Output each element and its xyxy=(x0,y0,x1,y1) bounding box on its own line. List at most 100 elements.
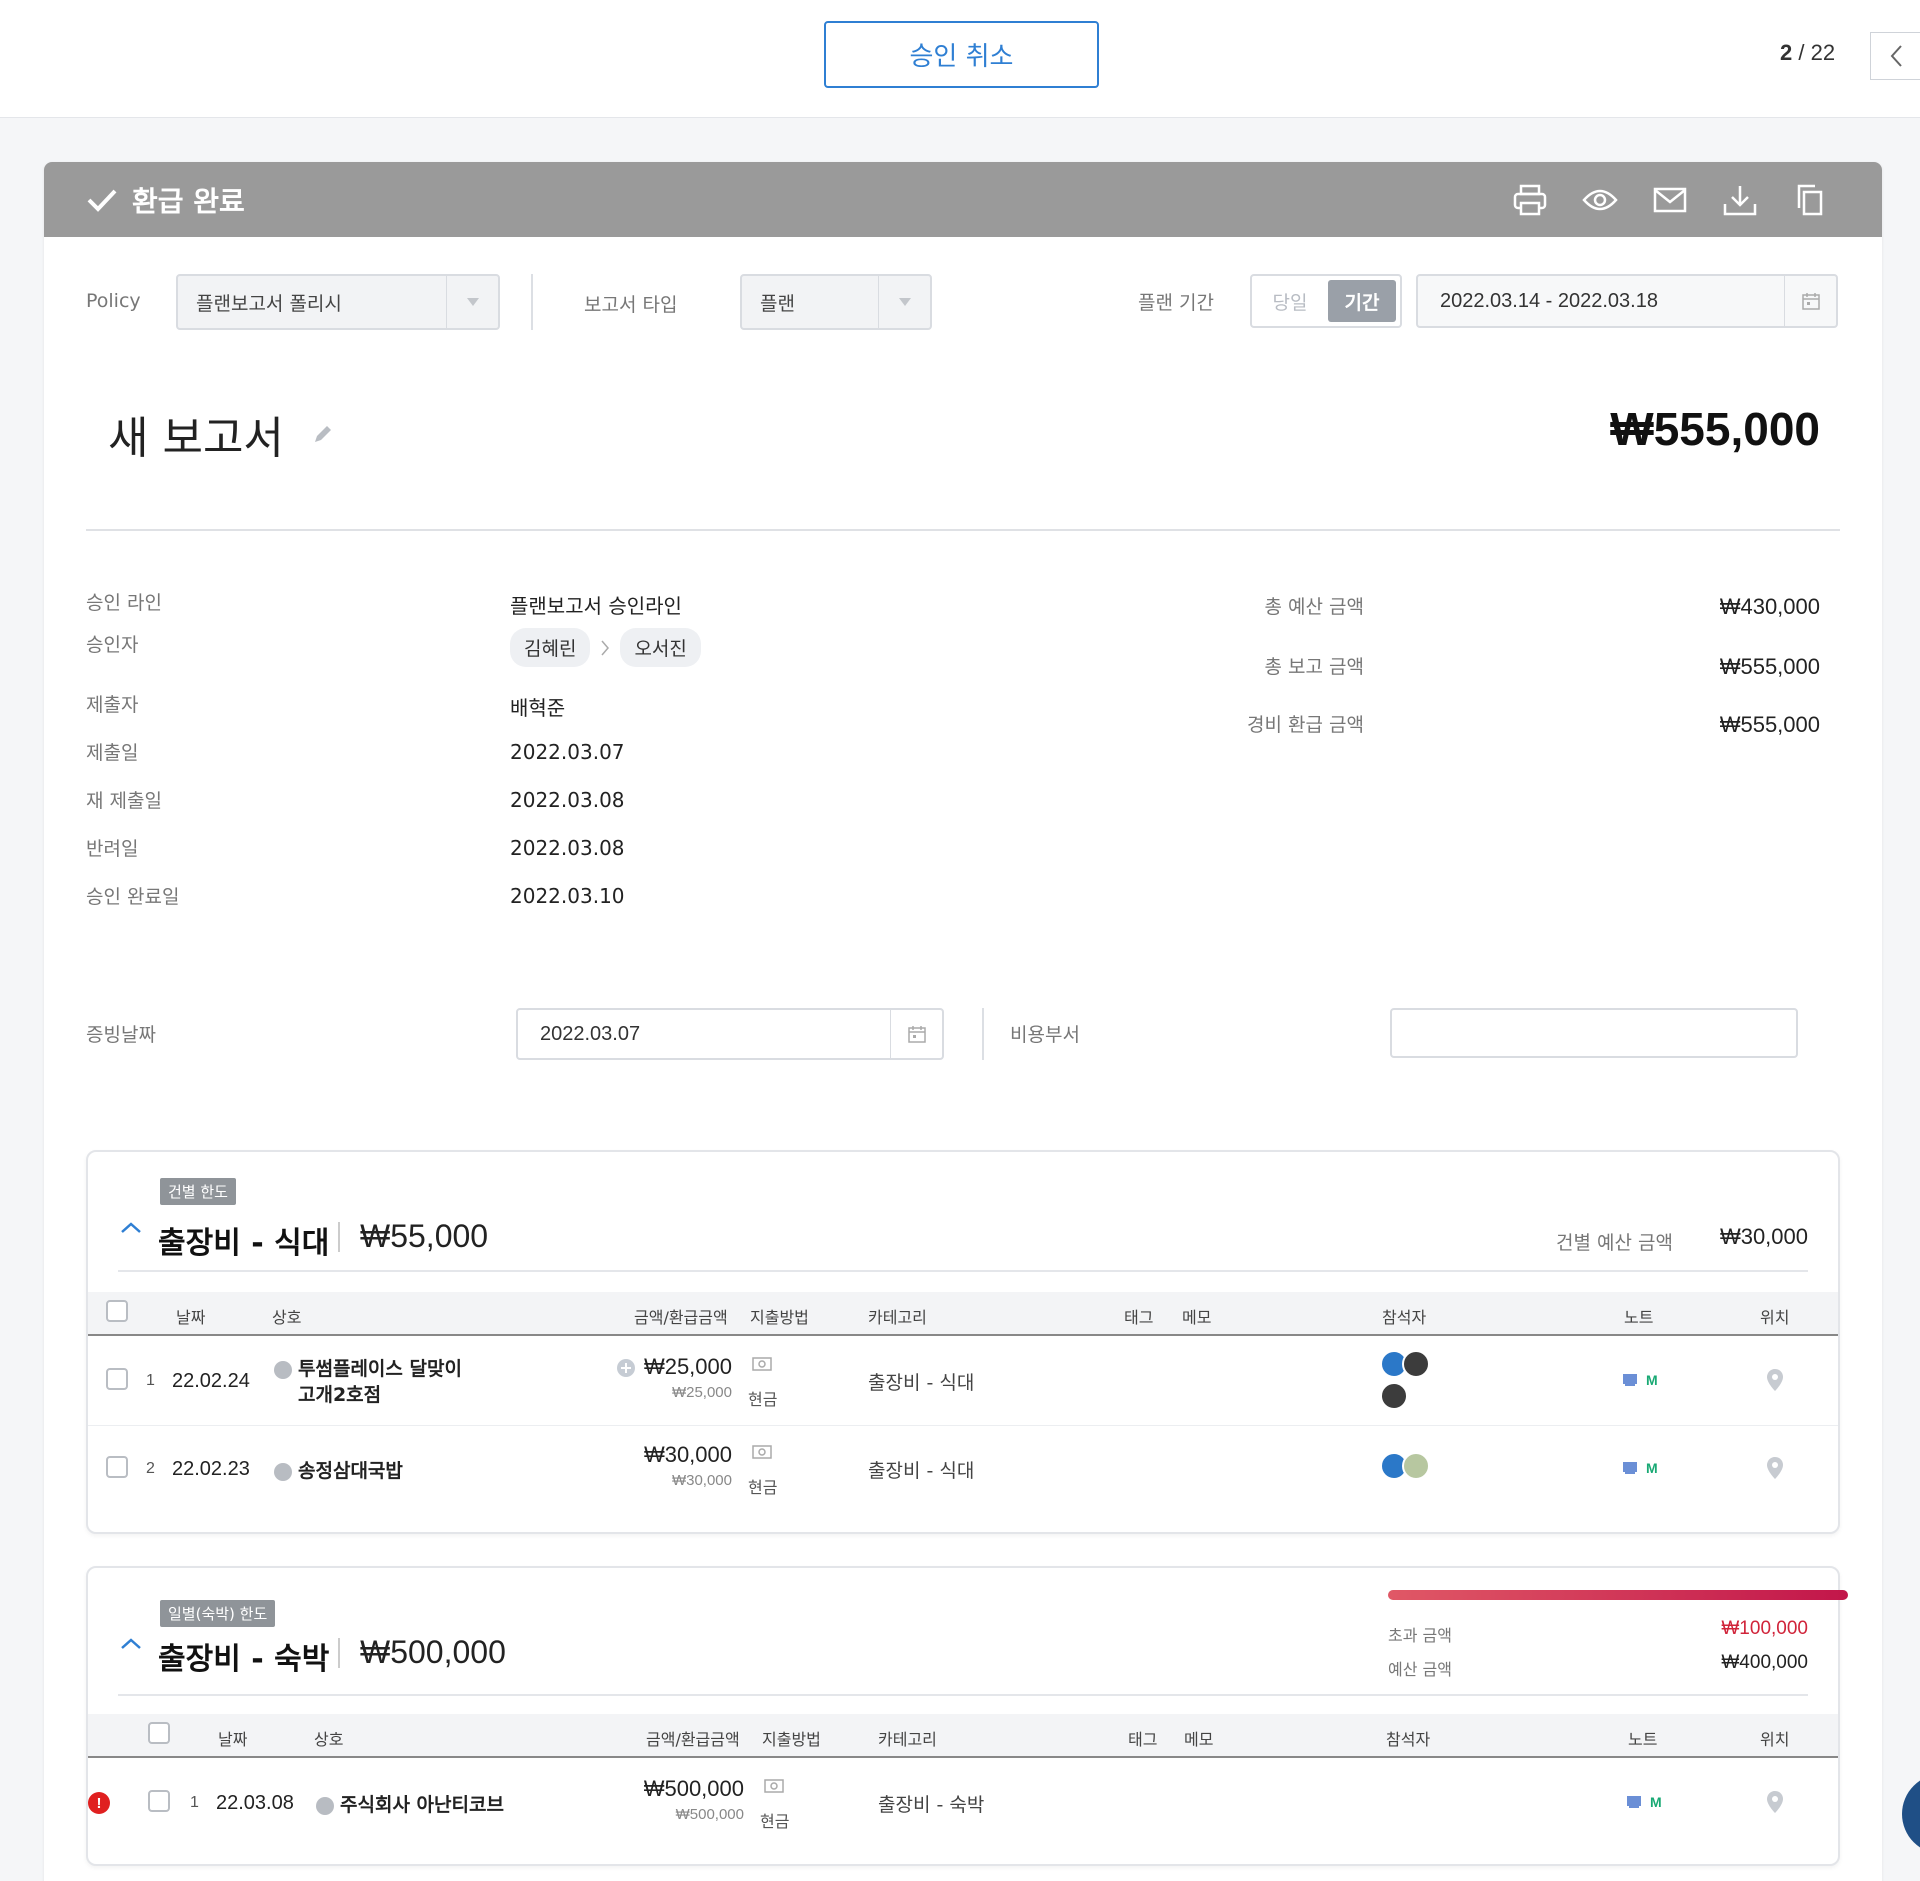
plan-date-range-field[interactable]: 2022.03.14 - 2022.03.18 xyxy=(1416,274,1838,328)
pencil-icon[interactable] xyxy=(312,423,334,445)
row-number: 1 xyxy=(190,1794,199,1811)
select-all-checkbox[interactable] xyxy=(106,1300,128,1322)
cost-dept-label: 비용부서 xyxy=(1010,1024,1080,1046)
limit-tag: 건별 한도 xyxy=(160,1178,236,1205)
col-category: 카테고리 xyxy=(868,1308,927,1327)
floating-help-button[interactable] xyxy=(1902,1774,1920,1854)
col-memo: 메모 xyxy=(1182,1308,1212,1327)
table-row[interactable]: 2 22.02.23 송정삼대국밥 ₩30,000 ₩30,000 현금 출장비… xyxy=(88,1426,1838,1514)
table-row[interactable]: 1 22.02.24 투썸플레이스 달맞이 고개2호점 ₩25,000 ₩25,… xyxy=(88,1338,1838,1426)
cash-icon xyxy=(764,1779,784,1793)
group-title: 출장비 - 숙박 xyxy=(158,1642,330,1677)
over-amount-value: ₩100,000 xyxy=(1721,1618,1808,1639)
evidence-date-field[interactable]: 2022.03.07 xyxy=(516,1008,944,1060)
divider xyxy=(118,1694,1808,1696)
row-number: 2 xyxy=(146,1460,155,1477)
group-title: 출장비 - 식대 xyxy=(158,1226,330,1261)
table-row[interactable]: ! 1 22.03.08 주식회사 아난티코브 ₩500,000 ₩500,00… xyxy=(88,1760,1838,1848)
col-merchant: 상호 xyxy=(272,1308,302,1327)
row-merchant: 투썸플레이스 달맞이 고개2호점 xyxy=(274,1356,462,1408)
attendee-avatar[interactable] xyxy=(1402,1350,1430,1378)
select-all-checkbox[interactable] xyxy=(148,1722,170,1744)
row-checkbox[interactable] xyxy=(106,1368,128,1390)
col-merchant: 상호 xyxy=(314,1730,344,1749)
row-amount: ₩500,000 xyxy=(643,1776,744,1801)
report-total: ₩555,000 xyxy=(1610,403,1820,455)
plan-period-toggle: 당일 기간 xyxy=(1250,274,1402,328)
note-badge[interactable]: M xyxy=(1622,1372,1658,1388)
chevron-down-icon xyxy=(446,276,498,328)
policy-label: Policy xyxy=(86,290,141,312)
row-amount: ₩30,000 xyxy=(643,1442,732,1467)
download-icon[interactable] xyxy=(1722,182,1758,218)
report-title-text: 새 보고서 xyxy=(108,413,284,464)
row-refund: ₩500,000 xyxy=(675,1806,744,1823)
evidence-date-value: 2022.03.07 xyxy=(540,1022,641,1045)
row-checkbox[interactable] xyxy=(106,1456,128,1478)
approver-chips: 김혜린 오서진 xyxy=(510,628,701,667)
col-date: 날짜 xyxy=(218,1730,248,1749)
budget-progress-bar xyxy=(1388,1590,1848,1600)
evidence-date-label: 증빙날짜 xyxy=(86,1024,156,1046)
attendee-avatar[interactable] xyxy=(1402,1452,1430,1480)
pager-total: / 22 xyxy=(1798,40,1836,65)
note-badge[interactable]: M xyxy=(1622,1460,1658,1476)
divider xyxy=(982,1008,984,1060)
location-pin-icon[interactable] xyxy=(1766,1368,1784,1392)
mail-icon[interactable] xyxy=(1652,182,1688,218)
col-note: 노트 xyxy=(1628,1730,1658,1749)
table-header: 날짜 상호 금액/환급금액 지출방법 카테고리 태그 메모 참석자 노트 위치 xyxy=(88,1714,1838,1758)
report-type-value: 플랜 xyxy=(760,292,795,315)
pager-prev-button[interactable] xyxy=(1870,32,1920,80)
report-total-label: 총 보고 금액 xyxy=(1264,656,1364,678)
row-merchant: 주식회사 아난티코브 xyxy=(316,1790,504,1817)
note-icon xyxy=(1623,1462,1637,1474)
resubmit-date-label: 재 제출일 xyxy=(86,790,162,812)
seg-day-option[interactable]: 당일 xyxy=(1256,280,1324,322)
budget-amount-label: 예산 금액 xyxy=(1388,1660,1452,1679)
col-location: 위치 xyxy=(1760,1308,1790,1327)
approval-line-value: 플랜보고서 승인라인 xyxy=(510,594,682,618)
cost-dept-input[interactable] xyxy=(1390,1008,1798,1058)
row-number: 1 xyxy=(146,1372,155,1389)
attendee-avatar[interactable] xyxy=(1380,1382,1408,1410)
chevron-down-icon xyxy=(878,276,930,328)
eye-icon[interactable] xyxy=(1582,182,1618,218)
copy-icon[interactable] xyxy=(1792,182,1828,218)
divider xyxy=(86,529,1840,531)
policy-select[interactable]: 플랜보고서 폴리시 xyxy=(176,274,500,330)
location-pin-icon[interactable] xyxy=(1766,1456,1784,1480)
col-payment: 지출방법 xyxy=(762,1730,821,1749)
plan-period-label: 플랜 기간 xyxy=(1138,292,1214,314)
col-tag: 태그 xyxy=(1124,1308,1154,1327)
col-amount: 금액/환급금액 xyxy=(634,1308,728,1327)
merchant-icon xyxy=(316,1796,334,1815)
approval-line-label: 승인 라인 xyxy=(86,592,162,614)
chevron-right-icon xyxy=(601,640,610,655)
date-range-value: 2022.03.14 - 2022.03.18 xyxy=(1440,289,1658,312)
budget-amount-value: ₩400,000 xyxy=(1721,1652,1808,1673)
col-payment: 지출방법 xyxy=(750,1308,809,1327)
table-header: 날짜 상호 금액/환급금액 지출방법 카테고리 태그 메모 참석자 노트 위치 xyxy=(88,1292,1838,1336)
resubmit-date-value: 2022.03.08 xyxy=(510,788,625,812)
row-merchant: 송정삼대국밥 xyxy=(274,1456,403,1483)
seg-period-option[interactable]: 기간 xyxy=(1328,280,1396,322)
row-checkbox[interactable] xyxy=(148,1790,170,1812)
cancel-approval-button[interactable]: 승인 취소 xyxy=(824,21,1099,88)
chevron-up-icon[interactable] xyxy=(118,1634,144,1654)
status-bar: 환급 완료 xyxy=(44,162,1882,237)
alert-icon: ! xyxy=(88,1792,110,1814)
note-badge[interactable]: M xyxy=(1626,1794,1662,1810)
report-type-select[interactable]: 플랜 xyxy=(740,274,932,330)
calendar-icon[interactable] xyxy=(890,1010,942,1058)
location-pin-icon[interactable] xyxy=(1766,1790,1784,1814)
chevron-up-icon[interactable] xyxy=(118,1218,144,1238)
print-icon[interactable] xyxy=(1512,182,1548,218)
calendar-icon[interactable] xyxy=(1784,276,1836,326)
approver-chip: 김혜린 xyxy=(510,628,591,667)
row-category: 출장비 - 식대 xyxy=(868,1460,975,1482)
note-icon xyxy=(1627,1796,1641,1808)
col-date: 날짜 xyxy=(176,1308,206,1327)
divider xyxy=(338,1222,340,1252)
row-category: 출장비 - 숙박 xyxy=(878,1794,985,1816)
